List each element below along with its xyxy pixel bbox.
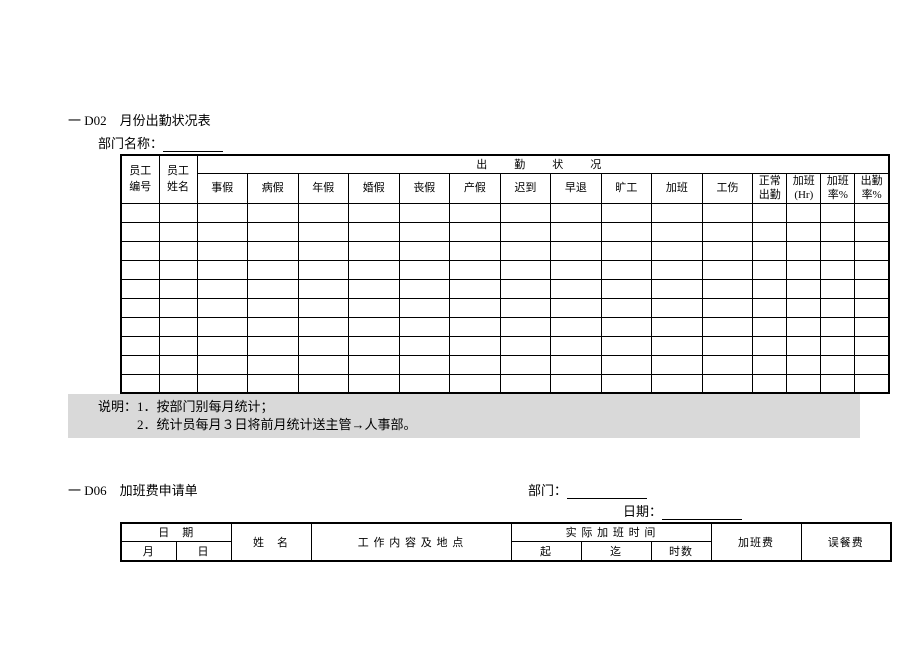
col-2: 年假	[298, 173, 349, 203]
table2-wrap: 日 期 姓 名 工 作 内 容 及 地 点 实 际 加 班 时 间 加班费 误餐…	[120, 522, 890, 562]
notes-line2: 2．统计员每月３日将前月统计送主管→人事部。	[98, 416, 860, 434]
section2-heading: 一 D06 加班费申请单	[68, 480, 528, 499]
t2-meal-fee: 误餐费	[801, 523, 891, 561]
dept-label: 部门名称：	[98, 136, 163, 151]
col-emp-id: 员工编号	[121, 155, 159, 203]
t2-date-hdr: 日 期	[121, 523, 231, 541]
col-9: 加班	[652, 173, 703, 203]
col-7: 早退	[551, 173, 602, 203]
attendance-header: 出 勤 状 况	[197, 155, 889, 173]
notes-box: 说明：1．按部门别每月统计； 2．统计员每月３日将前月统计送主管→人事部。	[68, 394, 860, 438]
dept-blank	[163, 138, 223, 152]
t2-ot-fee: 加班费	[711, 523, 801, 561]
t2-month: 月	[121, 541, 176, 561]
table1-wrap: 员工编号 员工姓名 出 勤 状 况 事假 病假 年假 婚假 丧假 产假 迟到 早…	[120, 154, 890, 394]
dept-label-row: 部门名称：	[98, 133, 860, 152]
t2-actual-ot: 实 际 加 班 时 间	[511, 523, 711, 541]
col-11: 正常出勤	[753, 173, 787, 203]
col-0: 事假	[197, 173, 248, 203]
col-1: 病假	[248, 173, 299, 203]
col-14: 出勤率%	[855, 173, 889, 203]
col-10: 工伤	[702, 173, 753, 203]
section1-heading: 一 D02 月份出勤状况表	[68, 110, 860, 129]
date-blank	[662, 506, 742, 520]
date-label: 日期：	[623, 504, 662, 519]
col-3: 婚假	[349, 173, 400, 203]
t2-day: 日	[176, 541, 231, 561]
dept-blank-2	[567, 485, 647, 499]
t2-to: 迄	[581, 541, 651, 561]
dept-label-2: 部门：	[528, 483, 567, 498]
t2-hours: 时数	[651, 541, 711, 561]
t2-name: 姓 名	[231, 523, 311, 561]
col-5: 产假	[450, 173, 501, 203]
col-4: 丧假	[399, 173, 450, 203]
notes-line1: 说明：1．按部门别每月统计；	[98, 398, 860, 416]
section2-date: 日期：	[623, 501, 860, 520]
section2-dept: 部门：	[528, 480, 658, 499]
col-emp-name: 员工姓名	[159, 155, 197, 203]
col-13: 加班率%	[821, 173, 855, 203]
t2-work: 工 作 内 容 及 地 点	[311, 523, 511, 561]
col-12: 加班(Hr)	[787, 173, 821, 203]
overtime-table: 日 期 姓 名 工 作 内 容 及 地 点 实 际 加 班 时 间 加班费 误餐…	[120, 522, 892, 562]
attendance-table: 员工编号 员工姓名 出 勤 状 况 事假 病假 年假 婚假 丧假 产假 迟到 早…	[120, 154, 890, 394]
col-8: 旷工	[601, 173, 652, 203]
t2-from: 起	[511, 541, 581, 561]
col-6: 迟到	[500, 173, 551, 203]
